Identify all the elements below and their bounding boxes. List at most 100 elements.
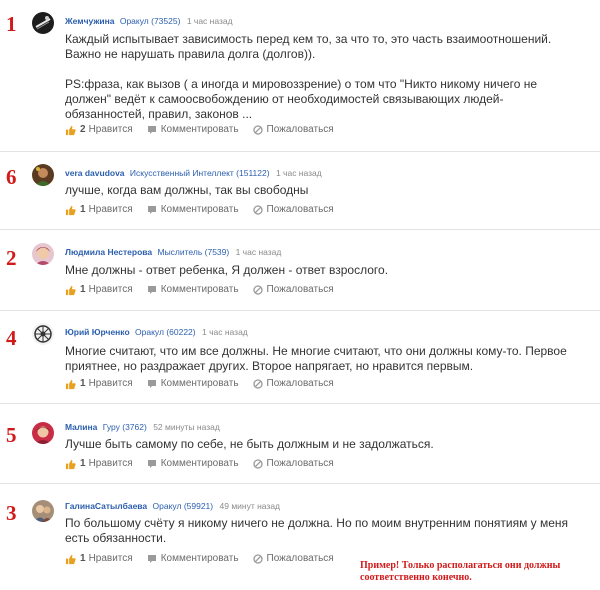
timestamp: 1 час назад bbox=[202, 327, 248, 337]
author-name[interactable]: Жемчужина bbox=[65, 16, 114, 26]
complain-button[interactable]: Пожаловаться bbox=[252, 553, 334, 565]
thumbs-up-icon bbox=[65, 379, 76, 389]
comment-label: Комментировать bbox=[160, 458, 239, 469]
rank-number: 4 bbox=[6, 326, 17, 350]
comment-button[interactable]: Комментировать bbox=[147, 284, 239, 296]
like-button[interactable]: 1 Нравится bbox=[65, 378, 133, 390]
answer-text: Мне должны - ответ ребенка, Я должен - о… bbox=[65, 263, 585, 278]
like-count: 1 bbox=[80, 284, 86, 295]
block-icon bbox=[252, 554, 263, 564]
author-rank[interactable]: Оракул bbox=[153, 501, 182, 511]
answer-text: Каждый испытывает зависимость перед кем … bbox=[65, 32, 585, 122]
answer-actions: 1 Нравится Комментировать Пожаловаться bbox=[65, 553, 348, 565]
avatar[interactable] bbox=[32, 243, 54, 265]
divider bbox=[0, 229, 600, 230]
answer-text: лучше, когда вам должны, так вы свободны bbox=[65, 183, 585, 198]
author-rank[interactable]: Мыслитель bbox=[157, 247, 202, 257]
annotation-note: Пример! Только располагаться они должны … bbox=[360, 560, 561, 583]
divider bbox=[0, 310, 600, 311]
block-icon bbox=[252, 125, 263, 135]
like-count: 2 bbox=[80, 124, 86, 135]
comment-icon bbox=[147, 126, 156, 134]
comment-icon bbox=[147, 460, 156, 468]
comment-button[interactable]: Комментировать bbox=[147, 553, 239, 565]
thumbs-up-icon bbox=[65, 459, 76, 469]
answer-header: Юрий Юрченко Оракул (60222) 1 час назад bbox=[65, 327, 248, 338]
like-label: Нравится bbox=[88, 378, 133, 389]
author-score: (73525) bbox=[151, 16, 181, 26]
answer-header: vera davudova Искусственный Интеллект (1… bbox=[65, 168, 322, 179]
like-button[interactable]: 1 Нравится bbox=[65, 284, 133, 296]
answer-header: Людмила Нестерова Мыслитель (7539) 1 час… bbox=[65, 247, 281, 258]
rank-number: 6 bbox=[6, 165, 17, 189]
comment-icon bbox=[147, 286, 156, 294]
thumbs-up-icon bbox=[65, 205, 76, 215]
author-rank[interactable]: Оракул bbox=[120, 16, 149, 26]
answer-paragraph: Каждый испытывает зависимость перед кем … bbox=[65, 32, 552, 61]
answer-paragraph: лучше, когда вам должны, так вы свободны bbox=[65, 183, 309, 197]
like-count: 1 bbox=[80, 458, 86, 469]
author-name[interactable]: vera davudova bbox=[65, 168, 125, 178]
author-rank[interactable]: Гуру bbox=[103, 422, 120, 432]
block-icon bbox=[252, 379, 263, 389]
avatar[interactable] bbox=[32, 500, 54, 522]
author-rank[interactable]: Оракул bbox=[135, 327, 164, 337]
answer-text: По большому счёту я никому ничего не дол… bbox=[65, 516, 585, 546]
divider bbox=[0, 151, 600, 152]
author-name[interactable]: ГалинаСатылбаева bbox=[65, 501, 147, 511]
rank-number: 5 bbox=[6, 423, 17, 447]
like-label: Нравится bbox=[88, 124, 133, 135]
answer-paragraph: PS:фраза, как вызов ( а иногда и мировоз… bbox=[65, 77, 538, 121]
complain-label: Пожаловаться bbox=[266, 378, 334, 389]
author-rank[interactable]: Искусственный Интеллект bbox=[130, 168, 234, 178]
timestamp: 1 час назад bbox=[275, 168, 322, 178]
author-score: (7539) bbox=[204, 247, 230, 257]
like-count: 1 bbox=[80, 553, 86, 564]
answer-paragraph: По большому счёту я никому ничего не дол… bbox=[65, 516, 569, 545]
avatar[interactable] bbox=[32, 164, 54, 186]
like-label: Нравится bbox=[88, 458, 133, 469]
like-button[interactable]: 1 Нравится bbox=[65, 204, 133, 216]
like-label: Нравится bbox=[88, 553, 133, 564]
answer-header: Жемчужина Оракул (73525) 1 час назад bbox=[65, 16, 233, 27]
author-score: (60222) bbox=[166, 327, 196, 337]
thumbs-up-icon bbox=[65, 125, 76, 135]
comment-button[interactable]: Комментировать bbox=[147, 204, 239, 216]
complain-button[interactable]: Пожаловаться bbox=[252, 458, 334, 470]
comment-button[interactable]: Комментировать bbox=[147, 124, 239, 136]
complain-button[interactable]: Пожаловаться bbox=[252, 284, 334, 296]
block-icon bbox=[252, 205, 263, 215]
answer-actions: 1 Нравится Комментировать Пожаловаться bbox=[65, 458, 348, 470]
rank-number: 3 bbox=[6, 501, 17, 525]
answer-header: Малина Гуру (3762) 52 минуты назад bbox=[65, 422, 220, 433]
like-button[interactable]: 1 Нравится bbox=[65, 553, 133, 565]
author-name[interactable]: Юрий Юрченко bbox=[65, 327, 130, 337]
timestamp: 52 минуты назад bbox=[153, 422, 220, 432]
complain-label: Пожаловаться bbox=[266, 284, 334, 295]
comment-button[interactable]: Комментировать bbox=[147, 378, 239, 390]
avatar[interactable] bbox=[32, 12, 54, 34]
author-name[interactable]: Малина bbox=[65, 422, 97, 432]
complain-label: Пожаловаться bbox=[266, 553, 334, 564]
complain-button[interactable]: Пожаловаться bbox=[252, 124, 334, 136]
timestamp: 1 час назад bbox=[235, 247, 282, 257]
block-icon bbox=[252, 285, 263, 295]
complain-button[interactable]: Пожаловаться bbox=[252, 204, 334, 216]
answer-actions: 2 Нравится Комментировать Пожаловаться bbox=[65, 124, 348, 136]
answer-actions: 1 Нравится Комментировать Пожаловаться bbox=[65, 378, 348, 390]
timestamp: 1 час назад bbox=[186, 16, 233, 26]
author-name[interactable]: Людмила Нестерова bbox=[65, 247, 152, 257]
author-score: (3762) bbox=[122, 422, 147, 432]
thumbs-up-icon bbox=[65, 554, 76, 564]
avatar[interactable] bbox=[32, 422, 54, 444]
comment-button[interactable]: Комментировать bbox=[147, 458, 239, 470]
comment-label: Комментировать bbox=[160, 553, 239, 564]
answer-paragraph: Многие считают, что им все должны. Не мн… bbox=[65, 344, 567, 373]
like-button[interactable]: 1 Нравится bbox=[65, 458, 133, 470]
avatar[interactable] bbox=[32, 323, 54, 345]
answer-paragraph: Мне должны - ответ ребенка, Я должен - о… bbox=[65, 263, 389, 277]
rank-number: 1 bbox=[6, 12, 17, 36]
rank-number: 2 bbox=[6, 246, 17, 270]
complain-button[interactable]: Пожаловаться bbox=[252, 378, 334, 390]
like-button[interactable]: 2 Нравится bbox=[65, 124, 133, 136]
